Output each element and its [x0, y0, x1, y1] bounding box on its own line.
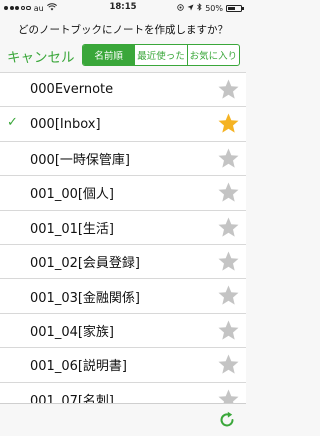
- star-icon[interactable]: [217, 284, 240, 307]
- bottom-toolbar: [0, 403, 246, 436]
- status-bar: au 18:15 50%: [0, 0, 246, 16]
- notebook-row[interactable]: ✓ 001_00[個人]: [0, 176, 246, 211]
- star-icon[interactable]: [217, 250, 240, 273]
- notebook-name: 001_04[家族]: [30, 324, 114, 340]
- bluetooth-icon: [197, 3, 202, 13]
- notebook-prompt: どのノートブックにノートを作成しますか？: [18, 24, 228, 36]
- notebook-list: ✓ 000Evernote ✓ 000[Inbox] ✓ 000[一時保管庫] …: [0, 72, 246, 417]
- notebook-name: 001_03[金融関係]: [30, 290, 140, 306]
- notebook-row[interactable]: ✓ 000[Inbox]: [0, 107, 246, 142]
- star-icon[interactable]: [217, 319, 240, 342]
- notebook-row[interactable]: ✓ 001_03[金融関係]: [0, 279, 246, 314]
- sort-tab-name[interactable]: 名前順: [83, 45, 135, 65]
- notebook-row[interactable]: ✓ 001_04[家族]: [0, 314, 246, 349]
- star-icon[interactable]: [217, 78, 240, 101]
- star-icon[interactable]: [217, 147, 240, 170]
- notebook-name: 001_00[個人]: [30, 187, 114, 203]
- location-icon: [177, 3, 184, 13]
- star-icon[interactable]: [217, 216, 240, 239]
- star-icon[interactable]: [217, 112, 240, 135]
- notebook-name: 000[Inbox]: [30, 116, 101, 132]
- star-icon[interactable]: [217, 353, 240, 376]
- notebook-name: 000Evernote: [30, 82, 114, 98]
- toolbar: キャンセル 名前順 最近使った お気に入り: [0, 42, 246, 72]
- battery-fill: [228, 6, 235, 10]
- notebook-row[interactable]: ✓ 001_01[生活]: [0, 211, 246, 245]
- battery-icon: [226, 4, 244, 12]
- sort-tab-recent[interactable]: 最近使った: [134, 45, 186, 65]
- status-right: 50%: [177, 3, 244, 13]
- navigation-arrow-icon: [187, 4, 194, 13]
- cancel-button[interactable]: キャンセル: [7, 46, 75, 66]
- notebook-name: 000[一時保管庫]: [30, 152, 130, 168]
- notebook-row[interactable]: ✓ 001_06[説明書]: [0, 348, 246, 383]
- notebook-name: 001_01[生活]: [30, 221, 114, 237]
- notebook-row[interactable]: ✓ 000Evernote: [0, 73, 246, 108]
- notebook-name: 001_06[説明書]: [30, 359, 127, 375]
- notebook-row[interactable]: ✓ 001_02[会員登録]: [0, 245, 246, 280]
- battery-percent: 50%: [205, 3, 223, 13]
- notebook-row[interactable]: ✓ 000[一時保管庫]: [0, 142, 246, 177]
- refresh-icon[interactable]: [217, 410, 237, 430]
- sort-segmented-control: 名前順 最近使った お気に入り: [82, 44, 240, 66]
- notebook-name: 001_02[会員登録]: [30, 256, 140, 272]
- sort-tab-favorites[interactable]: お気に入り: [186, 45, 239, 65]
- star-icon[interactable]: [217, 181, 240, 204]
- checkmark-icon: ✓: [7, 115, 18, 131]
